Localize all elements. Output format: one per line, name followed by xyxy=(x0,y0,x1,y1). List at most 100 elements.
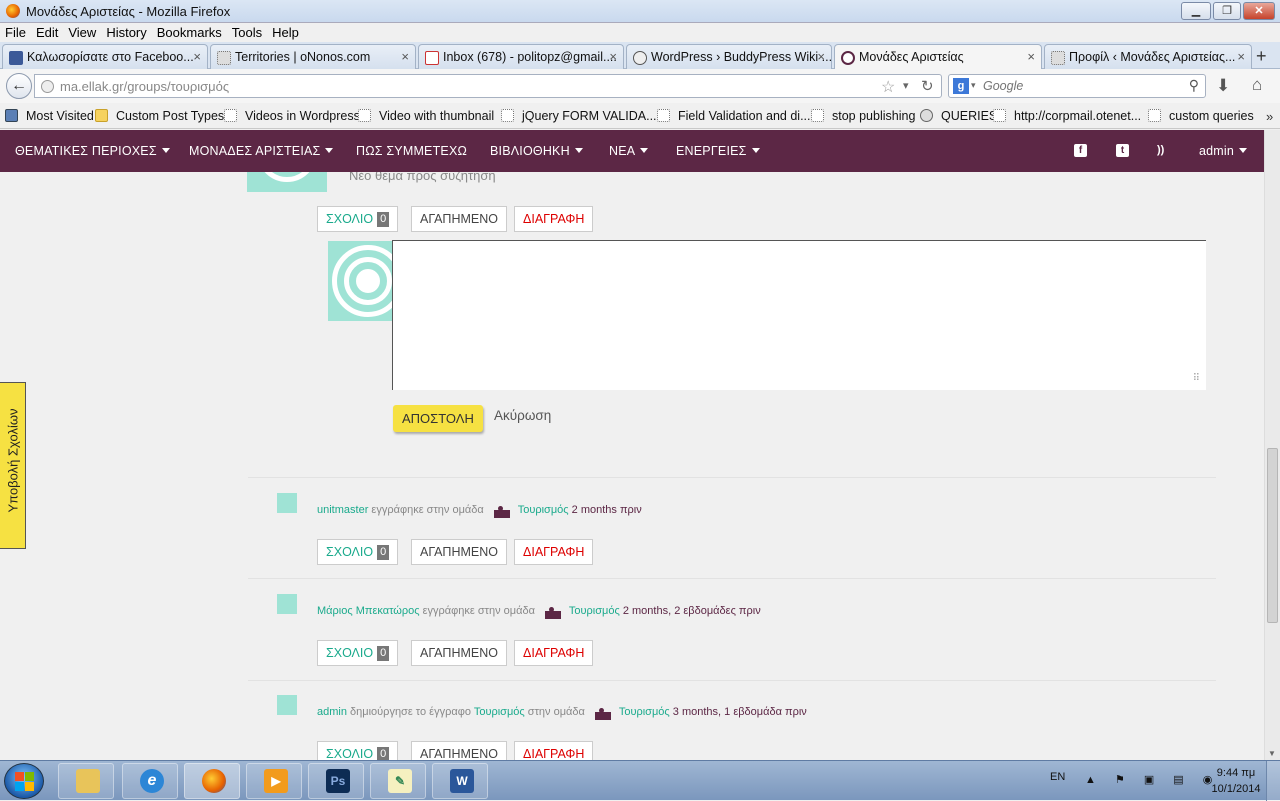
taskbar-firefox[interactable] xyxy=(184,763,240,799)
reload-icon[interactable]: ↻ xyxy=(921,77,934,95)
nav-monades-aristeias[interactable]: ΜΟΝΑΔΕΣ ΑΡΙΣΤΕΙΑΣ xyxy=(189,144,334,158)
favorite-button[interactable]: ΑΓΑΠΗΜΕΝΟ xyxy=(411,741,507,760)
nav-thematikes-perioxes[interactable]: ΘΕΜΑΤΙΚΕΣ ΠΕΡΙΟΧΕΣ xyxy=(15,144,170,158)
tab-facebook[interactable]: Καλωσορίσατε στο Faceboo... × xyxy=(2,44,208,69)
vertical-scrollbar[interactable]: ▼ xyxy=(1264,130,1280,760)
clock[interactable]: 9:44 πμ 10/1/2014 xyxy=(1206,765,1266,797)
nav-vivliothiki[interactable]: ΒΙΒΛΙΟΘΗΚΗ xyxy=(490,144,583,158)
tab-monades-aristeias[interactable]: Μονάδες Αριστείας × xyxy=(834,44,1042,70)
bookmark-stop-publishing[interactable]: stop publishing xyxy=(811,109,915,123)
group-link[interactable]: Τουρισμός xyxy=(569,605,620,617)
activity-time[interactable]: 2 months πριν xyxy=(572,504,642,516)
search-input[interactable] xyxy=(983,79,1173,93)
tab-wordpress[interactable]: WordPress › BuddyPress Wiki ... × xyxy=(626,44,832,69)
show-desktop-button[interactable] xyxy=(1266,761,1280,801)
user-link[interactable]: admin xyxy=(317,706,347,718)
user-link[interactable]: unitmaster xyxy=(317,504,368,516)
download-icon[interactable]: ⬇ xyxy=(1216,76,1230,96)
bookmark-star-icon[interactable]: ☆ xyxy=(881,77,895,97)
taskbar-internet-explorer[interactable]: e xyxy=(122,763,178,799)
document-link[interactable]: Τουρισμός xyxy=(474,706,525,718)
comment-button[interactable]: ΣΧΟΛΙΟ 0 xyxy=(317,206,399,232)
scroll-down-arrow-icon[interactable]: ▼ xyxy=(1268,749,1276,758)
nav-energeies[interactable]: ΕΝΕΡΓΕΙΕΣ xyxy=(676,144,760,158)
tab-gmail[interactable]: Inbox (678) - politopz@gmail.... × xyxy=(418,44,624,69)
facebook-icon[interactable]: f xyxy=(1074,144,1087,157)
back-button[interactable]: ← xyxy=(6,73,32,99)
tab-close-icon[interactable]: × xyxy=(193,49,201,64)
tab-close-icon[interactable]: × xyxy=(401,49,409,64)
start-button[interactable] xyxy=(4,763,44,799)
menu-edit[interactable]: Edit xyxy=(31,23,63,40)
delete-button[interactable]: ΔΙΑΓΡΑΦΗ xyxy=(514,539,594,565)
bookmarks-overflow-chevron-icon[interactable]: » xyxy=(1266,109,1273,124)
url-input[interactable] xyxy=(60,79,860,94)
tab-territories[interactable]: Territories | oNonos.com × xyxy=(210,44,416,69)
taskbar-media-player[interactable]: ▶ xyxy=(246,763,302,799)
comment-button[interactable]: ΣΧΟΛΙΟ 0 xyxy=(317,539,399,565)
home-icon[interactable]: ⌂ xyxy=(1252,75,1262,95)
tray-icons[interactable]: ▲ ⚑ ▣ ▤ ◉ xyxy=(1085,773,1220,786)
favorite-button[interactable]: ΑΓΑΠΗΜΕΝΟ xyxy=(411,206,507,232)
tab-close-icon[interactable]: × xyxy=(817,49,825,64)
search-icon[interactable]: ⚲ xyxy=(1189,77,1199,94)
menu-view[interactable]: View xyxy=(63,23,101,40)
delete-button[interactable]: ΔΙΑΓΡΑΦΗ xyxy=(514,640,594,666)
url-bar[interactable]: ☆ ▾ ↻ xyxy=(34,74,942,98)
minimize-button[interactable]: ▁ xyxy=(1181,2,1211,20)
taskbar-word[interactable]: W xyxy=(432,763,488,799)
search-engine-icon[interactable]: g xyxy=(953,78,969,94)
menu-file[interactable]: File xyxy=(0,23,31,40)
bookmark-custom-queries[interactable]: custom queries xyxy=(1148,109,1254,123)
bookmark-field-validation[interactable]: Field Validation and di... xyxy=(657,109,811,123)
tab-profile[interactable]: Προφίλ ‹ Μονάδες Αριστείας... × xyxy=(1044,44,1252,69)
activity-time[interactable]: 2 months, 2 εβδομάδες πριν xyxy=(623,605,761,617)
new-tab-button[interactable]: + xyxy=(1256,46,1267,67)
cancel-link[interactable]: Ακύρωση xyxy=(494,408,551,423)
bookmark-videos-in-wordpress[interactable]: Videos in Wordpress xyxy=(224,109,360,123)
bookmark-jquery-form[interactable]: jQuery FORM VALIDA... xyxy=(501,109,657,123)
menu-help[interactable]: Help xyxy=(267,23,304,40)
group-link[interactable]: Τουρισμός xyxy=(619,706,670,718)
language-indicator[interactable]: EN xyxy=(1050,771,1065,783)
favorite-button[interactable]: ΑΓΑΠΗΜΕΝΟ xyxy=(411,539,507,565)
comment-button[interactable]: ΣΧΟΛΙΟ 0 xyxy=(317,640,399,666)
taskbar-photoshop[interactable]: Ps xyxy=(308,763,364,799)
search-engine-dropdown-icon[interactable]: ▾ xyxy=(971,80,976,91)
tab-close-icon[interactable]: × xyxy=(1237,49,1245,64)
user-menu[interactable]: admin xyxy=(1199,144,1248,158)
scrollbar-thumb[interactable] xyxy=(1267,448,1278,623)
reply-textarea[interactable] xyxy=(393,241,1206,390)
url-history-dropdown-icon[interactable]: ▾ xyxy=(903,79,909,92)
nav-nea[interactable]: ΝΕΑ xyxy=(609,144,649,158)
search-bar[interactable]: g ▾ ⚲ xyxy=(948,74,1206,98)
send-button[interactable]: ΑΠΟΣΤΟΛΗ xyxy=(393,405,483,432)
nav-pos-symmetexo[interactable]: ΠΩΣ ΣΥΜΜΕΤΕΧΩ xyxy=(356,144,467,158)
user-link[interactable]: Μάριος Μπεκατώρος xyxy=(317,605,420,617)
delete-button[interactable]: ΔΙΑΓΡΑΦΗ xyxy=(514,741,594,760)
taskbar-notes[interactable]: ✎ xyxy=(370,763,426,799)
menu-history[interactable]: History xyxy=(101,23,151,40)
activity-time[interactable]: 3 months, 1 εβδομάδα πριν xyxy=(673,706,807,718)
comment-button[interactable]: ΣΧΟΛΙΟ 0 xyxy=(317,741,399,760)
taskbar-explorer[interactable] xyxy=(58,763,114,799)
bookmark-queries[interactable]: QUERIES xyxy=(920,109,997,123)
feedback-side-tab[interactable]: Υποβολή Σχολίων xyxy=(0,382,26,549)
bookmark-most-visited[interactable]: Most Visited xyxy=(5,109,94,123)
menu-bookmarks[interactable]: Bookmarks xyxy=(152,23,227,40)
system-tray: EN ▲ ⚑ ▣ ▤ ◉ 9:44 πμ 10/1/2014 xyxy=(1040,761,1280,801)
group-link[interactable]: Τουρισμός xyxy=(518,504,569,516)
menu-tools[interactable]: Tools xyxy=(227,23,267,40)
rss-icon[interactable]: )) xyxy=(1157,144,1164,156)
favorite-button[interactable]: ΑΓΑΠΗΜΕΝΟ xyxy=(411,640,507,666)
bookmark-corpmail[interactable]: http://corpmail.otenet... xyxy=(993,109,1141,123)
bookmark-video-with-thumbnail[interactable]: Video with thumbnail xyxy=(358,109,494,123)
close-window-button[interactable]: ✕ xyxy=(1243,2,1275,20)
tab-close-icon[interactable]: × xyxy=(1027,49,1035,64)
resize-handle-icon[interactable]: ⠿ xyxy=(1193,373,1200,384)
delete-button[interactable]: ΔΙΑΓΡΑΦΗ xyxy=(514,206,594,232)
bookmark-custom-post-types[interactable]: Custom Post Types xyxy=(95,109,224,123)
restore-button[interactable]: ❐ xyxy=(1213,2,1241,20)
twitter-icon[interactable]: t xyxy=(1116,144,1129,157)
tab-close-icon[interactable]: × xyxy=(609,49,617,64)
